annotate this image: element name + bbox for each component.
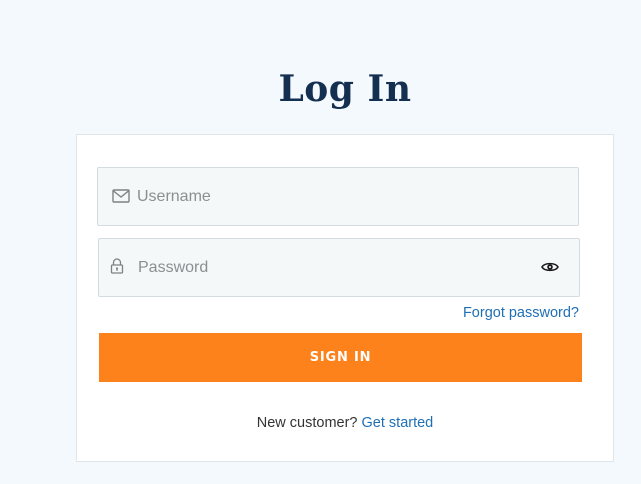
- lock-icon: [110, 258, 128, 276]
- eye-icon[interactable]: [541, 260, 561, 278]
- signup-prompt: New customer? Get started: [0, 415, 641, 431]
- envelope-icon: [112, 188, 130, 206]
- get-started-link[interactable]: Get started: [362, 415, 434, 431]
- username-input[interactable]: [137, 168, 517, 225]
- sign-in-button[interactable]: SIGN IN: [99, 333, 582, 382]
- forgot-password-link[interactable]: Forgot password?: [463, 305, 579, 321]
- username-field[interactable]: [97, 167, 579, 226]
- password-input[interactable]: [138, 239, 518, 296]
- page-title: Log In: [278, 68, 412, 110]
- signup-prompt-text: New customer?: [256, 415, 358, 431]
- password-field[interactable]: [98, 238, 580, 297]
